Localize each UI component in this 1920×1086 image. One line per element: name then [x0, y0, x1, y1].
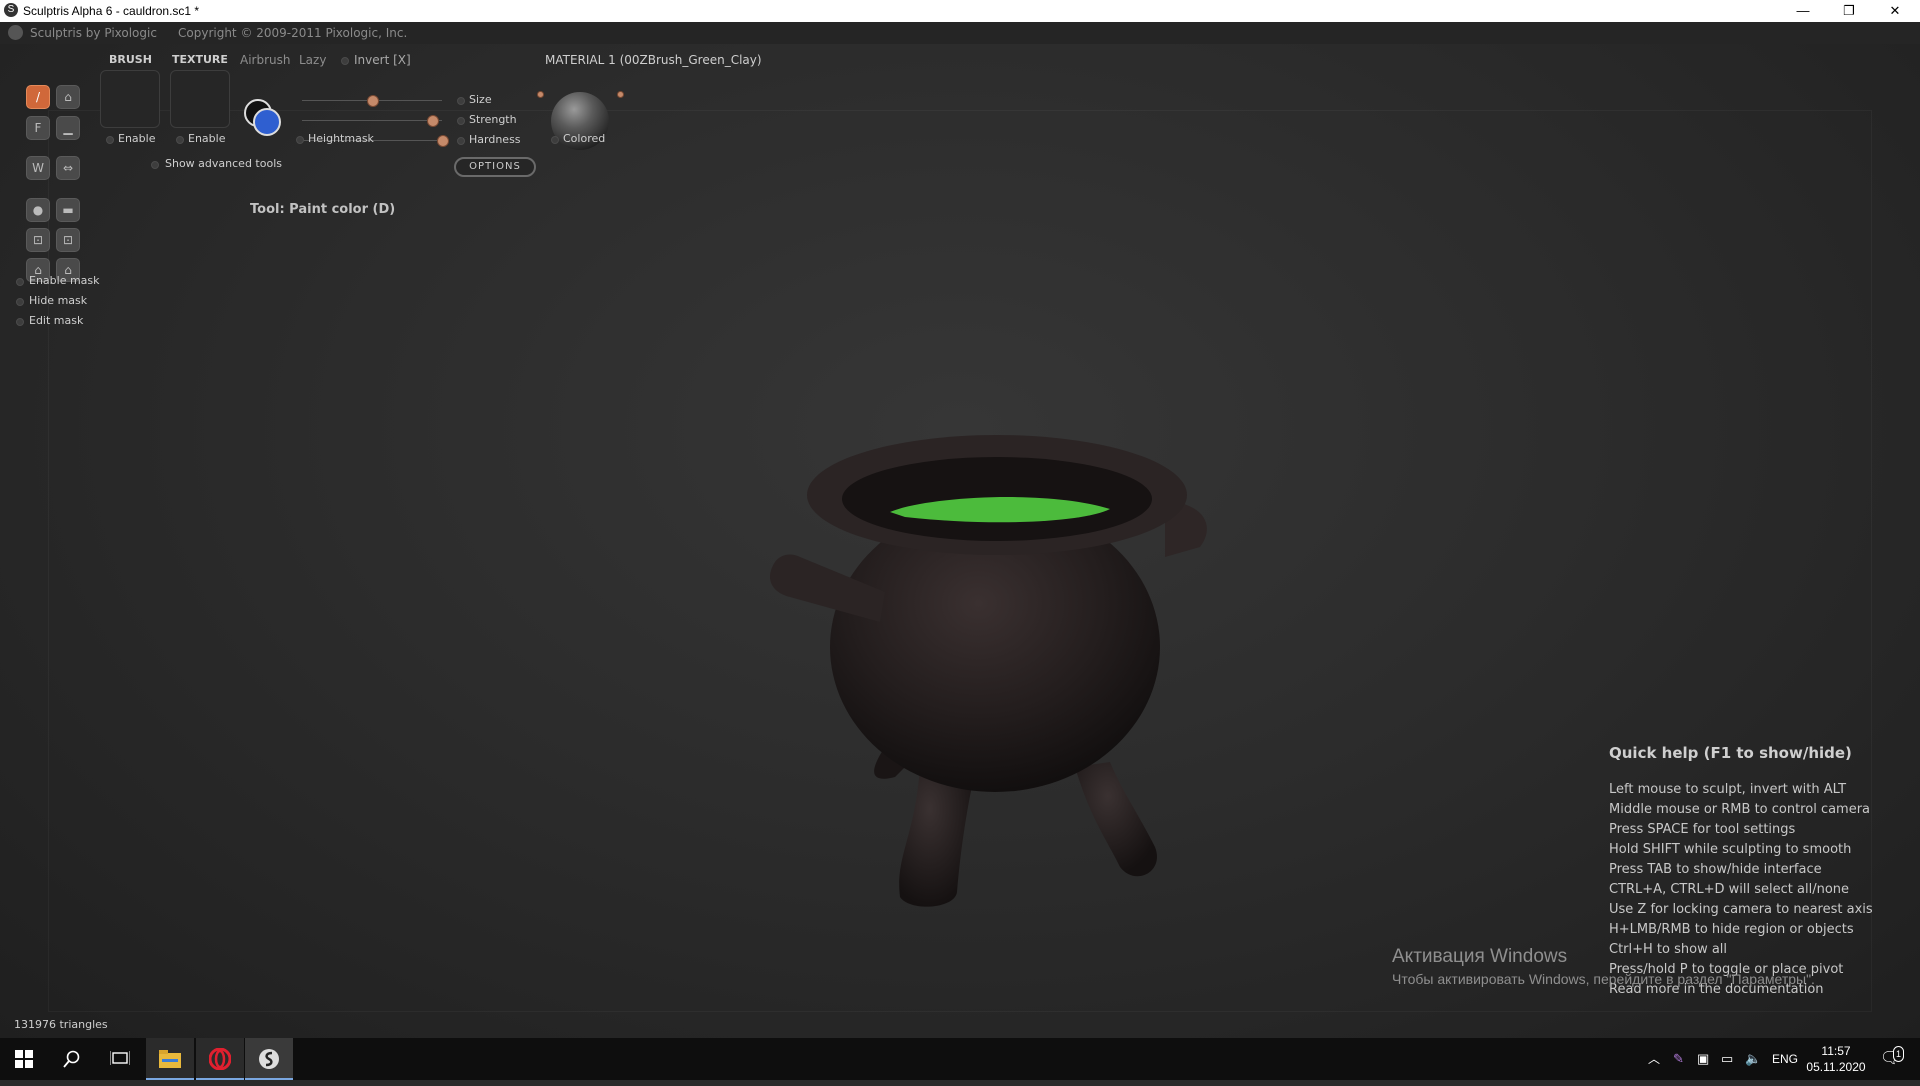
slider-knob-size[interactable]	[367, 95, 379, 107]
quick-help-line: CTRL+A, CTRL+D will select all/none	[1609, 882, 1850, 897]
color-picker[interactable]	[243, 98, 283, 138]
enable-mask-label[interactable]: Enable mask	[29, 274, 100, 287]
material-next-dot[interactable]	[617, 91, 624, 98]
show-advanced-label: Show advanced tools	[165, 157, 282, 170]
material-prev-dot[interactable]	[537, 91, 544, 98]
triangle-count: 131976 triangles	[14, 1018, 108, 1031]
quick-help-line: Left mouse to sculpt, invert with ALT	[1609, 782, 1847, 797]
paint-color-tool[interactable]: /	[26, 85, 50, 109]
texture-enable-label: Enable	[188, 132, 226, 145]
task-view-icon[interactable]	[96, 1038, 144, 1080]
enable-mask-radio[interactable]	[16, 278, 24, 286]
invert-radio[interactable]	[341, 57, 349, 65]
slider-label-strength: Strength	[469, 113, 517, 126]
app-name: Sculptris by Pixologic	[30, 26, 157, 40]
texture-enable-radio[interactable]	[176, 136, 184, 144]
colored-radio[interactable]	[551, 136, 559, 144]
start-windows-icon[interactable]	[0, 1038, 48, 1080]
close-button[interactable]: ✕	[1872, 0, 1918, 22]
tray-clock[interactable]: 11:57 05.11.2020	[1806, 1038, 1866, 1080]
maximize-button[interactable]: ❐	[1826, 0, 1872, 22]
tray-time: 11:57	[1821, 1044, 1851, 1058]
windows-activation-watermark: Активация Windows Чтобы активировать Win…	[1392, 946, 1815, 987]
tray-date: 05.11.2020	[1806, 1060, 1866, 1074]
sculptris-taskbar-icon[interactable]	[245, 1038, 293, 1080]
crease-tool[interactable]: ▬	[56, 198, 80, 222]
windows-taskbar: ︿ ✎ ▣ ▭ 🔈 ENG 11:57 05.11.2020 🗨 1	[0, 1038, 1920, 1080]
opera-browser-icon[interactable]	[196, 1038, 244, 1080]
quick-help-line: H+LMB/RMB to hide region or objects	[1609, 922, 1854, 937]
sculpt-viewport[interactable]: Sculptris by Pixologic Copyright © 2009-…	[0, 22, 1920, 1038]
cauldron-model[interactable]	[745, 417, 1225, 917]
quick-help-line: Press TAB to show/hide interface	[1609, 862, 1822, 877]
pixologic-logo-icon	[8, 25, 23, 40]
app-copyright: Copyright © 2009-2011 Pixologic, Inc.	[178, 26, 408, 40]
window-titlebar: S Sculptris Alpha 6 - cauldron.sc1 * — ❐…	[0, 0, 1920, 22]
colored-label: Colored	[563, 132, 606, 145]
quick-help-line: Middle mouse or RMB to control camera	[1609, 802, 1871, 817]
slider-label-hardness: Hardness	[469, 133, 521, 146]
activation-subtitle: Чтобы активировать Windows, перейдите в …	[1392, 971, 1815, 987]
slider-track-strength[interactable]	[302, 120, 442, 121]
heightmask-radio[interactable]	[296, 136, 304, 144]
tray-chevron-up-icon[interactable]: ︿	[1648, 1038, 1660, 1080]
edit-mask-label[interactable]: Edit mask	[29, 314, 83, 327]
brush-enable-label: Enable	[118, 132, 156, 145]
lazy-toggle[interactable]: Lazy	[299, 53, 326, 67]
import-tool[interactable]: ⊡	[26, 228, 50, 252]
tray-network-icon[interactable]: ▭	[1721, 1038, 1733, 1080]
airbrush-toggle[interactable]: Airbrush	[240, 53, 291, 67]
export-tool[interactable]: ⊡	[56, 228, 80, 252]
brush-enable-radio[interactable]	[106, 136, 114, 144]
texture-label: TEXTURE	[172, 53, 228, 66]
brush-alpha-slot[interactable]	[100, 70, 160, 128]
texture-slot[interactable]	[170, 70, 230, 128]
hide-mask-label[interactable]: Hide mask	[29, 294, 87, 307]
slider-radio-size[interactable]	[457, 97, 465, 105]
grab-tool[interactable]: ⇔	[56, 156, 80, 180]
heightmask-label: Heightmask	[308, 132, 374, 145]
search-icon[interactable]	[48, 1038, 96, 1080]
app-header: Sculptris by Pixologic Copyright © 2009-…	[0, 22, 1920, 44]
material-label: MATERIAL 1 (00ZBrush_Green_Clay)	[545, 53, 762, 67]
current-tool-label: Tool: Paint color (D)	[250, 202, 396, 217]
quick-help-line: Use Z for locking camera to nearest axis	[1609, 902, 1873, 917]
options-button[interactable]: OPTIONS	[454, 157, 536, 177]
quick-help-line: Press SPACE for tool settings	[1609, 822, 1796, 837]
invert-toggle[interactable]: Invert [X]	[354, 53, 411, 67]
smooth-tool[interactable]: ▁	[56, 116, 80, 140]
notification-count-badge: 1	[1893, 1046, 1905, 1062]
tray-pen-icon[interactable]: ✎	[1673, 1038, 1684, 1080]
slider-radio-hardness[interactable]	[457, 137, 465, 145]
minimize-button[interactable]: —	[1780, 0, 1826, 22]
paint-bump-tool[interactable]: ⌂	[56, 85, 80, 109]
tray-volume-icon[interactable]: 🔈	[1745, 1038, 1761, 1080]
slider-radio-strength[interactable]	[457, 117, 465, 125]
file-explorer-icon[interactable]	[146, 1038, 194, 1080]
tray-security-icon[interactable]: ▣	[1697, 1038, 1709, 1080]
quick-help-heading: Quick help (F1 to show/hide)	[1609, 744, 1852, 762]
activation-title: Активация Windows	[1392, 946, 1568, 967]
edit-mask-radio[interactable]	[16, 318, 24, 326]
brush-label: BRUSH	[109, 53, 152, 66]
sculptris-app-icon: S	[4, 3, 18, 17]
tray-language[interactable]: ENG	[1772, 1038, 1798, 1080]
slider-label-size: Size	[469, 93, 492, 106]
wave-tool[interactable]: W	[26, 156, 50, 180]
show-advanced-radio[interactable]	[151, 161, 159, 169]
hide-mask-radio[interactable]	[16, 298, 24, 306]
flatten-tool[interactable]: F	[26, 116, 50, 140]
sphere-tool[interactable]: ●	[26, 198, 50, 222]
slider-knob-hardness[interactable]	[437, 135, 449, 147]
quick-help-line: Hold SHIFT while sculpting to smooth	[1609, 842, 1852, 857]
window-title: Sculptris Alpha 6 - cauldron.sc1 *	[23, 4, 200, 18]
